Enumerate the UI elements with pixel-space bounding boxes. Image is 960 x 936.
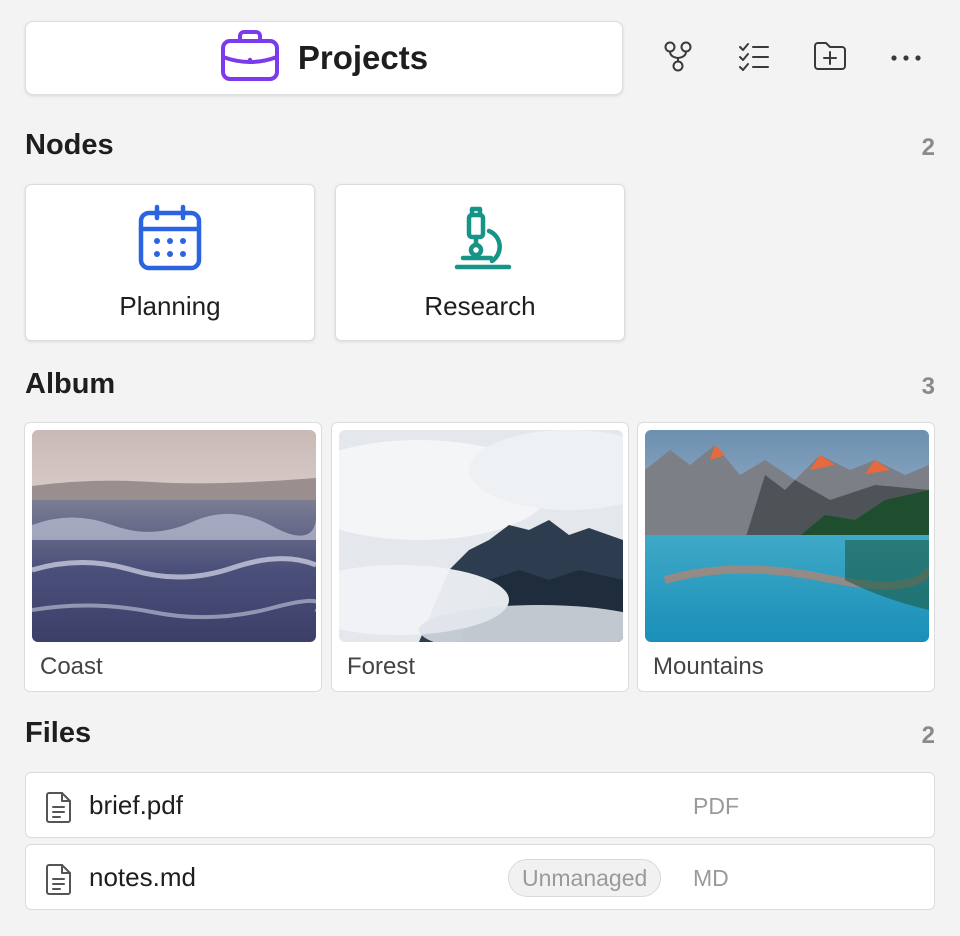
album-count: 3 [921,373,935,400]
file-name: notes.md [89,862,196,892]
files-heading: Files [25,717,92,749]
file-type: PDF [693,793,739,819]
briefcase-icon [220,29,280,88]
unmanaged-badge: Unmanaged [508,859,662,897]
album-item-coast[interactable]: Coast [24,422,322,692]
graph-icon [662,39,694,78]
toolbar [650,38,954,78]
file-icon [44,862,74,901]
project-header[interactable]: Projects [25,21,623,95]
album-item-forest[interactable]: Forest [331,422,629,692]
mountains-photo [645,430,929,642]
album-caption: Forest [347,653,416,680]
page-title: Projects [297,39,429,76]
calendar-icon [135,203,205,273]
file-type: MD [693,865,729,891]
nodes-count: 2 [921,134,935,161]
node-label: Planning [119,291,221,321]
album-heading: Album [25,368,116,400]
checklist-icon [737,41,771,76]
album-item-mountains[interactable]: Mountains [637,422,935,692]
microscope-icon [445,203,515,273]
file-name: brief.pdf [89,790,183,820]
node-card-research[interactable]: Research [335,184,625,341]
coast-photo [32,430,316,642]
file-row-notes[interactable]: notes.md Unmanaged MD [25,844,935,910]
forest-photo [339,430,623,642]
graph-button[interactable] [650,38,706,78]
album-caption: Coast [40,653,103,680]
new-folder-button[interactable] [802,38,858,78]
file-row-brief[interactable]: brief.pdf PDF [25,772,935,838]
folder-plus-icon [812,40,848,77]
node-label: Research [424,291,536,321]
more-button[interactable] [878,38,934,78]
album-caption: Mountains [653,653,764,680]
file-icon [44,790,74,829]
files-count: 2 [921,722,935,749]
more-icon [890,49,922,67]
checklist-button[interactable] [726,38,782,78]
nodes-heading: Nodes [25,129,114,161]
node-card-planning[interactable]: Planning [25,184,315,341]
